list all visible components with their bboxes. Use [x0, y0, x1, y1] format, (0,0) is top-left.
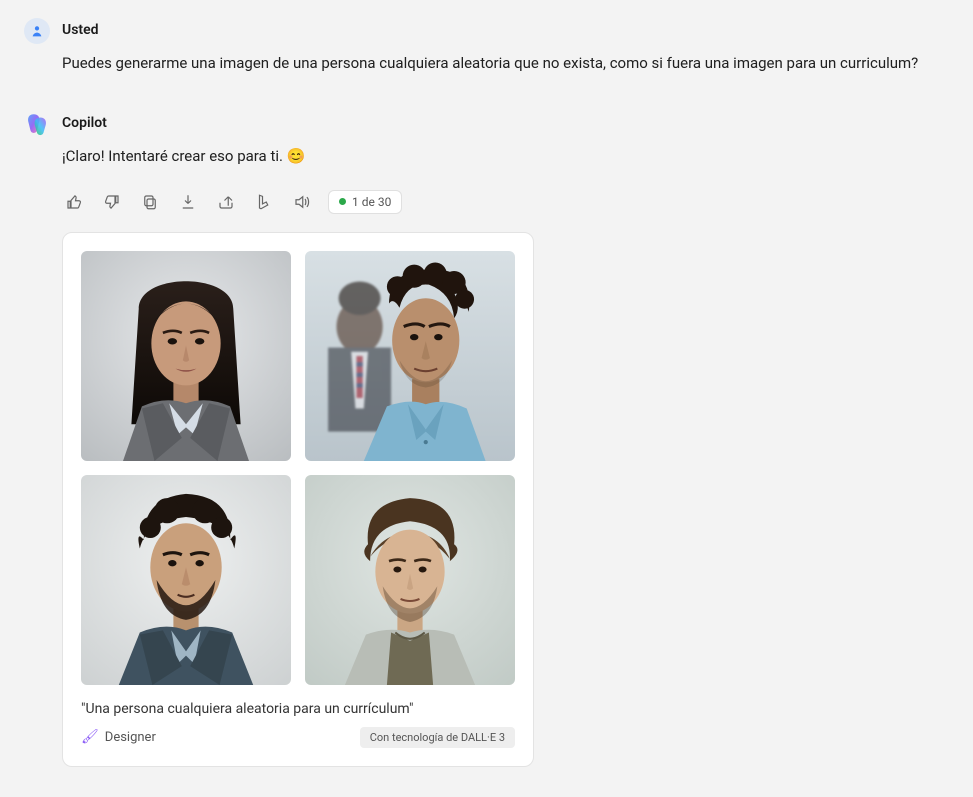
user-name-label: Usted	[62, 22, 949, 38]
assistant-message-block: Copilot ¡Claro! Intentaré crear eso para…	[0, 111, 973, 767]
technology-badge: Con tecnología de DALL·E 3	[360, 727, 515, 748]
share-button[interactable]	[214, 190, 238, 214]
copilot-avatar	[24, 111, 50, 137]
image-grid	[81, 251, 515, 685]
message-actions-row: 1 de 30	[62, 190, 949, 214]
generated-image-card: "Una persona cualquiera aleatoria para u…	[62, 232, 534, 767]
generated-image-2[interactable]	[305, 251, 515, 461]
brush-icon: 🖌	[81, 729, 99, 745]
person-icon	[29, 23, 45, 39]
thumbs-down-button[interactable]	[100, 190, 124, 214]
counter-text: 1 de 30	[352, 195, 391, 209]
smile-emoji-icon: 😊	[287, 145, 306, 168]
designer-label: Designer	[105, 730, 156, 745]
thumbs-up-icon	[65, 193, 83, 211]
copilot-logo-icon	[24, 111, 50, 137]
response-counter-badge: 1 de 30	[328, 190, 402, 214]
image-card-caption: "Una persona cualquiera aleatoria para u…	[81, 701, 515, 717]
generated-image-3[interactable]	[81, 475, 291, 685]
speaker-icon	[293, 193, 311, 211]
designer-tag[interactable]: 🖌 Designer	[81, 729, 156, 745]
generated-image-1[interactable]	[81, 251, 291, 461]
download-icon	[179, 193, 197, 211]
assistant-message-text: ¡Claro! Intentaré crear eso para ti. 😊	[62, 145, 949, 168]
user-message-text: Puedes generarme una imagen de una perso…	[62, 52, 949, 75]
read-aloud-button[interactable]	[290, 190, 314, 214]
status-dot-icon	[339, 198, 346, 205]
bing-button[interactable]	[252, 190, 276, 214]
copy-button[interactable]	[138, 190, 162, 214]
bing-icon	[255, 193, 273, 211]
generated-image-4[interactable]	[305, 475, 515, 685]
assistant-message-prefix: ¡Claro! Intentaré crear eso para ti.	[62, 147, 287, 165]
user-message-block: Usted Puedes generarme una imagen de una…	[0, 18, 973, 75]
copy-icon	[141, 193, 159, 211]
thumbs-down-icon	[103, 193, 121, 211]
share-icon	[217, 193, 235, 211]
download-button[interactable]	[176, 190, 200, 214]
thumbs-up-button[interactable]	[62, 190, 86, 214]
assistant-name-label: Copilot	[62, 115, 949, 131]
image-card-footer: 🖌 Designer Con tecnología de DALL·E 3	[81, 727, 515, 748]
user-avatar	[24, 18, 50, 44]
